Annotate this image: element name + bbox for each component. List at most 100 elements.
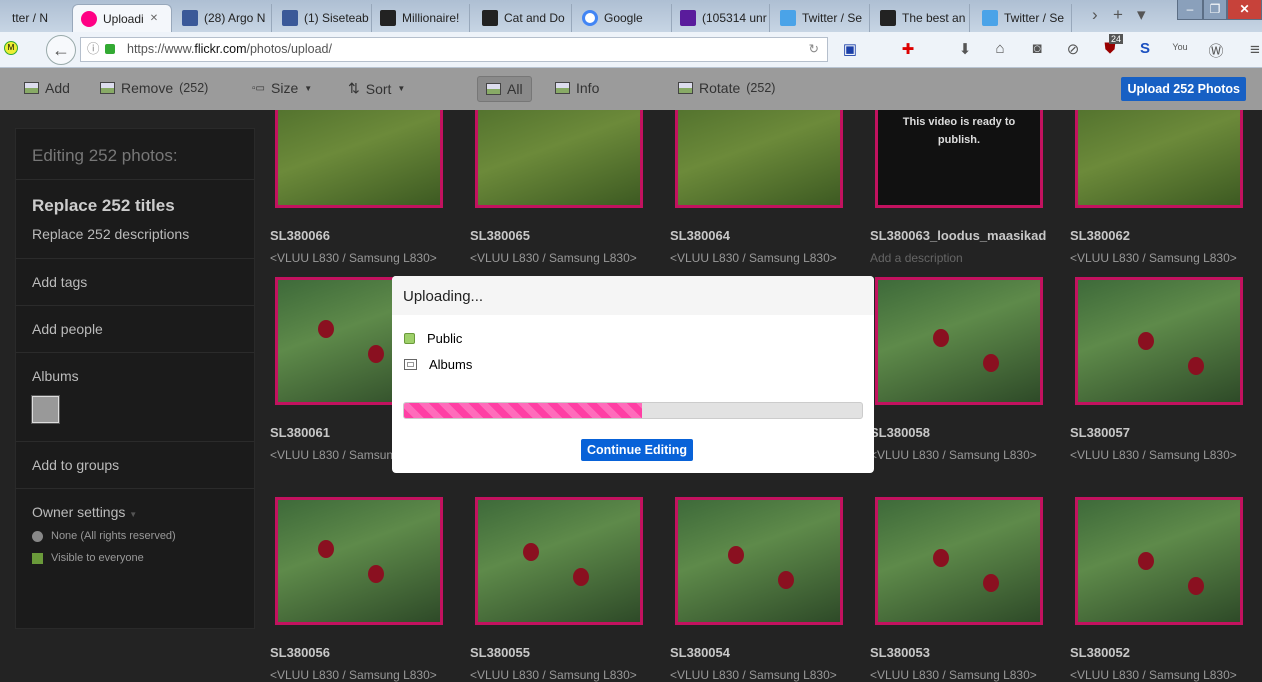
info-icon	[555, 82, 570, 94]
browser-tab[interactable]: Uploadi ✕	[72, 4, 172, 32]
photo-item[interactable]: SL380055 <VLUU L830 / Samsung L830>	[470, 497, 643, 682]
photo-thumbnail[interactable]	[475, 497, 643, 625]
photo-description[interactable]: <VLUU L830 / Samsung L830>	[470, 251, 642, 265]
photo-description[interactable]: <VLUU L830 / Samsung L830>	[470, 668, 642, 682]
browser-tab[interactable]: (1) Siseteab	[274, 4, 372, 32]
add-button[interactable]: Add	[24, 80, 70, 96]
photo-title[interactable]: SL380063_loodus_maasikad	[870, 228, 1046, 243]
license-setting[interactable]: None (All rights reserved)	[32, 530, 238, 542]
menu-icon[interactable]: ≡	[1245, 40, 1262, 60]
photo-thumbnail[interactable]	[1075, 277, 1243, 405]
select-all-button[interactable]: All	[477, 76, 532, 102]
photo-item[interactable]: SL380056 <VLUU L830 / Samsung L830>	[270, 497, 443, 682]
browser-tab[interactable]: (105314 unr	[672, 4, 770, 32]
photo-description[interactable]: <VLUU L830 / Samsung L830>	[870, 448, 1042, 462]
photo-title[interactable]: SL380057	[1070, 425, 1242, 440]
replace-titles-link[interactable]: Replace 252 titles	[32, 196, 238, 216]
sort-label: Sort	[365, 80, 392, 97]
browser-tab[interactable]: Twitter / Se	[772, 4, 870, 32]
photo-description[interactable]: <VLUU L830 / Samsung L830>	[1070, 448, 1242, 462]
url-bar[interactable]: ⓘ https://www.flickr.com/photos/upload/ …	[80, 37, 828, 62]
photo-description[interactable]: <VLUU L830 / Samsung L830>	[670, 251, 842, 265]
size-button[interactable]: ▫▭ Size ▼	[252, 80, 312, 96]
first-aid-icon[interactable]: ✚	[898, 40, 918, 58]
upload-photos-button[interactable]: Upload 252 Photos	[1121, 77, 1246, 101]
youtube-icon[interactable]: You	[1170, 42, 1190, 52]
photo-title[interactable]: SL380065	[470, 228, 642, 243]
browser-tab[interactable]: Cat and Do	[474, 4, 572, 32]
ublock-icon[interactable]: ⛊ 24	[1100, 34, 1124, 57]
photo-item[interactable]: SL380052 <VLUU L830 / Samsung L830>	[1070, 497, 1243, 682]
add-album-button[interactable]	[31, 395, 60, 424]
remove-photo-icon	[100, 82, 115, 94]
close-window-button[interactable]: ✕	[1227, 0, 1262, 20]
photo-title[interactable]: SL380053	[870, 645, 1042, 660]
visibility-label: Visible to everyone	[51, 552, 144, 564]
photo-title[interactable]: SL380066	[270, 228, 442, 243]
photo-thumbnail[interactable]	[875, 497, 1043, 625]
save-icon[interactable]: ▣	[840, 40, 860, 58]
photo-item[interactable]: SL380057 <VLUU L830 / Samsung L830>	[1070, 277, 1243, 462]
photo-thumbnail[interactable]	[875, 277, 1043, 405]
browser-tab[interactable]: (28) Argo N	[174, 4, 272, 32]
info-button[interactable]: Info	[555, 80, 599, 96]
back-button[interactable]: ←	[46, 35, 76, 65]
upload-progress-bar	[403, 402, 863, 419]
owner-settings-toggle[interactable]: Owner settings ▼	[32, 504, 238, 520]
visibility-setting[interactable]: Visible to everyone	[32, 552, 238, 564]
scroll-tabs-icon[interactable]: ›	[1092, 5, 1098, 25]
all-icon	[486, 83, 501, 95]
w-icon[interactable]: Ⓦ	[1206, 40, 1226, 61]
browser-tab[interactable]: Millionaire!	[372, 4, 470, 32]
link-icon[interactable]: ⊘	[1063, 40, 1083, 58]
extension-icon[interactable]: M	[4, 41, 18, 55]
close-tab-icon[interactable]: ✕	[150, 13, 158, 24]
add-tags-link[interactable]: Add tags	[16, 259, 254, 306]
photo-item[interactable]: SL380058 <VLUU L830 / Samsung L830>	[870, 277, 1043, 462]
photo-thumbnail[interactable]	[1075, 497, 1243, 625]
download-icon[interactable]: ⬇	[955, 40, 975, 58]
replace-descriptions-link[interactable]: Replace 252 descriptions	[32, 226, 238, 242]
reload-icon[interactable]: ↻	[809, 38, 819, 61]
photo-description[interactable]: <VLUU L830 / Samsung L830>	[1070, 668, 1242, 682]
photo-item[interactable]: SL380054 <VLUU L830 / Samsung L830>	[670, 497, 843, 682]
home-icon[interactable]: ⌂	[990, 40, 1010, 57]
photo-title[interactable]: SL380052	[1070, 645, 1242, 660]
photo-description[interactable]: <VLUU L830 / Samsung L830>	[270, 251, 442, 265]
photo-title[interactable]: SL380064	[670, 228, 842, 243]
s-icon[interactable]: S	[1135, 40, 1155, 57]
add-people-link[interactable]: Add people	[16, 306, 254, 353]
remove-button[interactable]: Remove (252)	[100, 80, 208, 96]
photo-title[interactable]: SL380054	[670, 645, 842, 660]
minimize-button[interactable]: –	[1177, 0, 1203, 20]
photo-description[interactable]: <VLUU L830 / Samsung L830>	[1070, 251, 1242, 265]
info-icon[interactable]: ⓘ	[87, 38, 100, 61]
photo-thumbnail[interactable]	[675, 497, 843, 625]
photo-description[interactable]: <VLUU L830 / Samsung L830>	[270, 668, 442, 682]
tab-list-icon[interactable]: ▾	[1137, 5, 1146, 25]
photo-description[interactable]: <VLUU L830 / Samsung L830>	[670, 668, 842, 682]
add-to-groups-link[interactable]: Add to groups	[16, 442, 254, 489]
photo-title[interactable]: SL380058	[870, 425, 1042, 440]
sort-button[interactable]: ⇅ Sort ▼	[348, 80, 405, 97]
restore-button[interactable]: ❐	[1203, 0, 1227, 20]
tab-label: Twitter / Se	[802, 11, 863, 25]
photo-title[interactable]: SL380062	[1070, 228, 1242, 243]
uploading-dialog: Uploading... Public Albums Continue Edit…	[392, 276, 874, 473]
photo-thumbnail[interactable]	[275, 497, 443, 625]
browser-tab[interactable]: Google	[574, 4, 672, 32]
browser-tab[interactable]: The best an	[872, 4, 970, 32]
photo-description[interactable]: Add a description	[870, 251, 1042, 265]
photo-item[interactable]: SL380053 <VLUU L830 / Samsung L830>	[870, 497, 1043, 682]
browser-tab[interactable]: Twitter / Se	[974, 4, 1072, 32]
rotate-button[interactable]: Rotate (252)	[678, 80, 775, 96]
photo-title[interactable]: SL380055	[470, 645, 642, 660]
lock-icon	[105, 44, 115, 54]
berry	[728, 546, 744, 564]
new-tab-icon[interactable]: +	[1113, 5, 1123, 25]
photo-title[interactable]: SL380056	[270, 645, 442, 660]
pocket-icon[interactable]: ◙	[1027, 40, 1047, 57]
continue-editing-button[interactable]: Continue Editing	[581, 439, 693, 461]
remove-label: Remove	[121, 80, 174, 96]
photo-description[interactable]: <VLUU L830 / Samsung L830>	[870, 668, 1042, 682]
